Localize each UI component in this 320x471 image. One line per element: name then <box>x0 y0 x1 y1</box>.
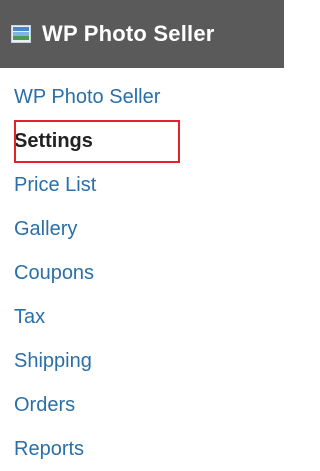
submenu-item-reports[interactable]: Reports <box>14 432 274 466</box>
plugin-menu-header[interactable]: WP Photo Seller <box>0 0 284 68</box>
submenu-item-wp-photo-seller[interactable]: WP Photo Seller <box>14 80 274 114</box>
gallery-icon <box>11 24 31 44</box>
submenu-item-coupons[interactable]: Coupons <box>14 256 274 290</box>
submenu-item-orders[interactable]: Orders <box>14 388 274 422</box>
settings-highlight-box <box>14 120 180 163</box>
submenu-item-shipping[interactable]: Shipping <box>14 344 274 378</box>
submenu-item-tax[interactable]: Tax <box>14 300 274 334</box>
submenu-item-price-list[interactable]: Price List <box>14 168 274 202</box>
plugin-menu-title: WP Photo Seller <box>42 21 215 46</box>
submenu-item-gallery[interactable]: Gallery <box>14 212 274 246</box>
